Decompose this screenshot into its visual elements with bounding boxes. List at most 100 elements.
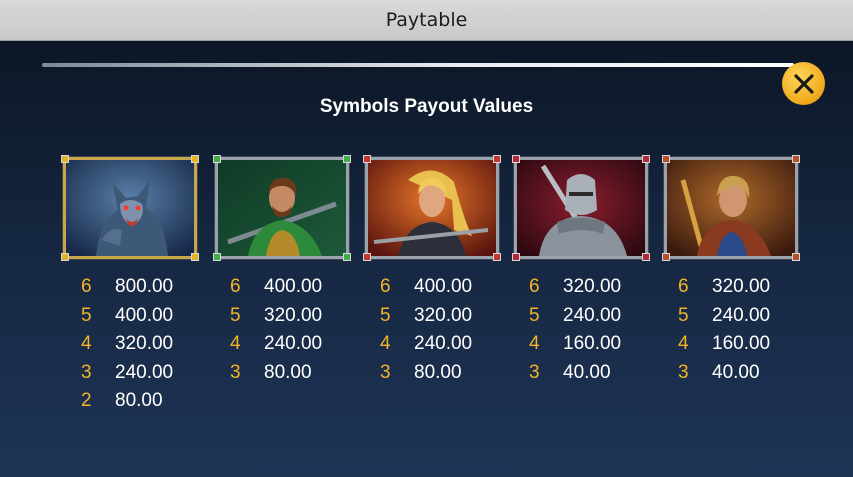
frame-corner <box>61 253 69 261</box>
payout-row: 3 240.00 <box>81 359 211 388</box>
title-bar: Paytable <box>0 0 853 41</box>
payout-value: 40.00 <box>712 361 760 383</box>
payout-row: 6 800.00 <box>81 273 211 302</box>
symbol-count: 4 <box>230 333 241 354</box>
frame-corner <box>343 155 351 163</box>
symbol-green-archer <box>213 155 351 261</box>
payout-value: 400.00 <box>115 304 174 326</box>
symbol-old-warrior <box>662 155 800 261</box>
symbol-blonde-warrior <box>363 155 501 261</box>
knight-icon <box>517 160 645 256</box>
warrior-man-icon <box>667 160 795 256</box>
payout-value: 240.00 <box>563 304 622 326</box>
page-scroll-thumb[interactable] <box>42 63 794 67</box>
payout-row: 6 320.00 <box>529 273 659 302</box>
payout-row: 6 400.00 <box>380 273 510 302</box>
page-scroll-track[interactable] <box>42 63 794 67</box>
window-title: Paytable <box>385 9 468 31</box>
payout-row: 4 240.00 <box>230 330 360 359</box>
symbol-frame <box>663 156 799 260</box>
symbol-frame <box>364 156 500 260</box>
payout-list-green-archer: 6 400.00 5 320.00 4 240.00 3 80.00 <box>230 273 360 387</box>
payout-value: 240.00 <box>115 361 174 383</box>
payout-row: 6 400.00 <box>230 273 360 302</box>
payout-row: 3 40.00 <box>678 359 808 388</box>
payout-row: 6 320.00 <box>678 273 808 302</box>
symbol-count: 6 <box>81 276 92 297</box>
frame-corner <box>792 155 800 163</box>
symbol-armored-knight <box>512 155 650 261</box>
symbol-count: 6 <box>678 276 689 297</box>
symbol-count: 3 <box>380 361 391 383</box>
frame-corner <box>191 253 199 261</box>
symbol-count: 3 <box>678 361 689 383</box>
symbol-count: 5 <box>230 304 241 326</box>
frame-corner <box>512 253 520 261</box>
payout-value: 320.00 <box>115 333 174 354</box>
frame-corner <box>493 253 501 261</box>
payout-list-old-warrior: 6 320.00 5 240.00 4 160.00 3 40.00 <box>678 273 808 387</box>
symbol-count: 4 <box>81 333 92 354</box>
payout-value: 240.00 <box>712 304 771 326</box>
frame-corner <box>642 155 650 163</box>
frame-corner <box>61 155 69 163</box>
symbol-frame <box>513 156 649 260</box>
symbol-count: 5 <box>529 304 540 326</box>
payout-list-blonde-warrior: 6 400.00 5 320.00 4 240.00 3 80.00 <box>380 273 510 387</box>
payout-value: 320.00 <box>712 276 771 297</box>
warrior-woman-icon <box>368 160 496 256</box>
payout-value: 80.00 <box>414 361 462 383</box>
payout-value: 80.00 <box>115 390 163 411</box>
payout-value: 800.00 <box>115 276 174 297</box>
symbol-count: 2 <box>81 390 92 411</box>
payout-row: 4 240.00 <box>380 330 510 359</box>
payout-row: 5 320.00 <box>230 302 360 331</box>
payout-row: 5 240.00 <box>678 302 808 331</box>
frame-corner <box>191 155 199 163</box>
frame-corner <box>512 155 520 163</box>
frame-corner <box>213 155 221 163</box>
symbol-count: 6 <box>380 276 391 297</box>
payout-row: 4 160.00 <box>678 330 808 359</box>
payout-value: 40.00 <box>563 361 611 383</box>
payout-row: 5 400.00 <box>81 302 211 331</box>
frame-corner <box>493 155 501 163</box>
frame-corner <box>363 155 371 163</box>
symbol-count: 5 <box>678 304 689 326</box>
frame-corner <box>792 253 800 261</box>
payout-value: 320.00 <box>264 304 323 326</box>
werewolf-icon <box>66 160 194 256</box>
symbol-count: 3 <box>81 361 92 383</box>
symbol-count: 4 <box>529 333 540 354</box>
archer-icon <box>218 160 346 256</box>
payout-row: 2 80.00 <box>81 387 211 416</box>
symbol-count: 5 <box>380 304 391 326</box>
payout-row: 4 320.00 <box>81 330 211 359</box>
payout-value: 160.00 <box>712 333 771 354</box>
frame-corner <box>213 253 221 261</box>
frame-corner <box>363 253 371 261</box>
symbol-count: 5 <box>81 304 92 326</box>
payout-row: 5 240.00 <box>529 302 659 331</box>
section-heading: Symbols Payout Values <box>319 96 534 117</box>
payout-value: 240.00 <box>264 333 323 354</box>
payout-value: 400.00 <box>264 276 323 297</box>
payout-row: 3 80.00 <box>380 359 510 388</box>
payout-value: 400.00 <box>414 276 473 297</box>
payout-value: 160.00 <box>563 333 622 354</box>
symbol-count: 6 <box>529 276 540 297</box>
symbol-frame <box>62 156 198 260</box>
paytable-panel: Symbols Payout Values 6 800.00 5 400.00 … <box>0 41 853 477</box>
payout-row: 4 160.00 <box>529 330 659 359</box>
payout-row: 3 80.00 <box>230 359 360 388</box>
payout-value: 320.00 <box>563 276 622 297</box>
payout-row: 3 40.00 <box>529 359 659 388</box>
symbol-werewolf <box>61 155 199 261</box>
symbol-count: 3 <box>529 361 540 383</box>
symbol-count: 3 <box>230 361 241 383</box>
symbol-frame <box>214 156 350 260</box>
payout-row: 5 320.00 <box>380 302 510 331</box>
symbol-count: 6 <box>230 276 241 297</box>
frame-corner <box>343 253 351 261</box>
payout-value: 240.00 <box>414 333 473 354</box>
